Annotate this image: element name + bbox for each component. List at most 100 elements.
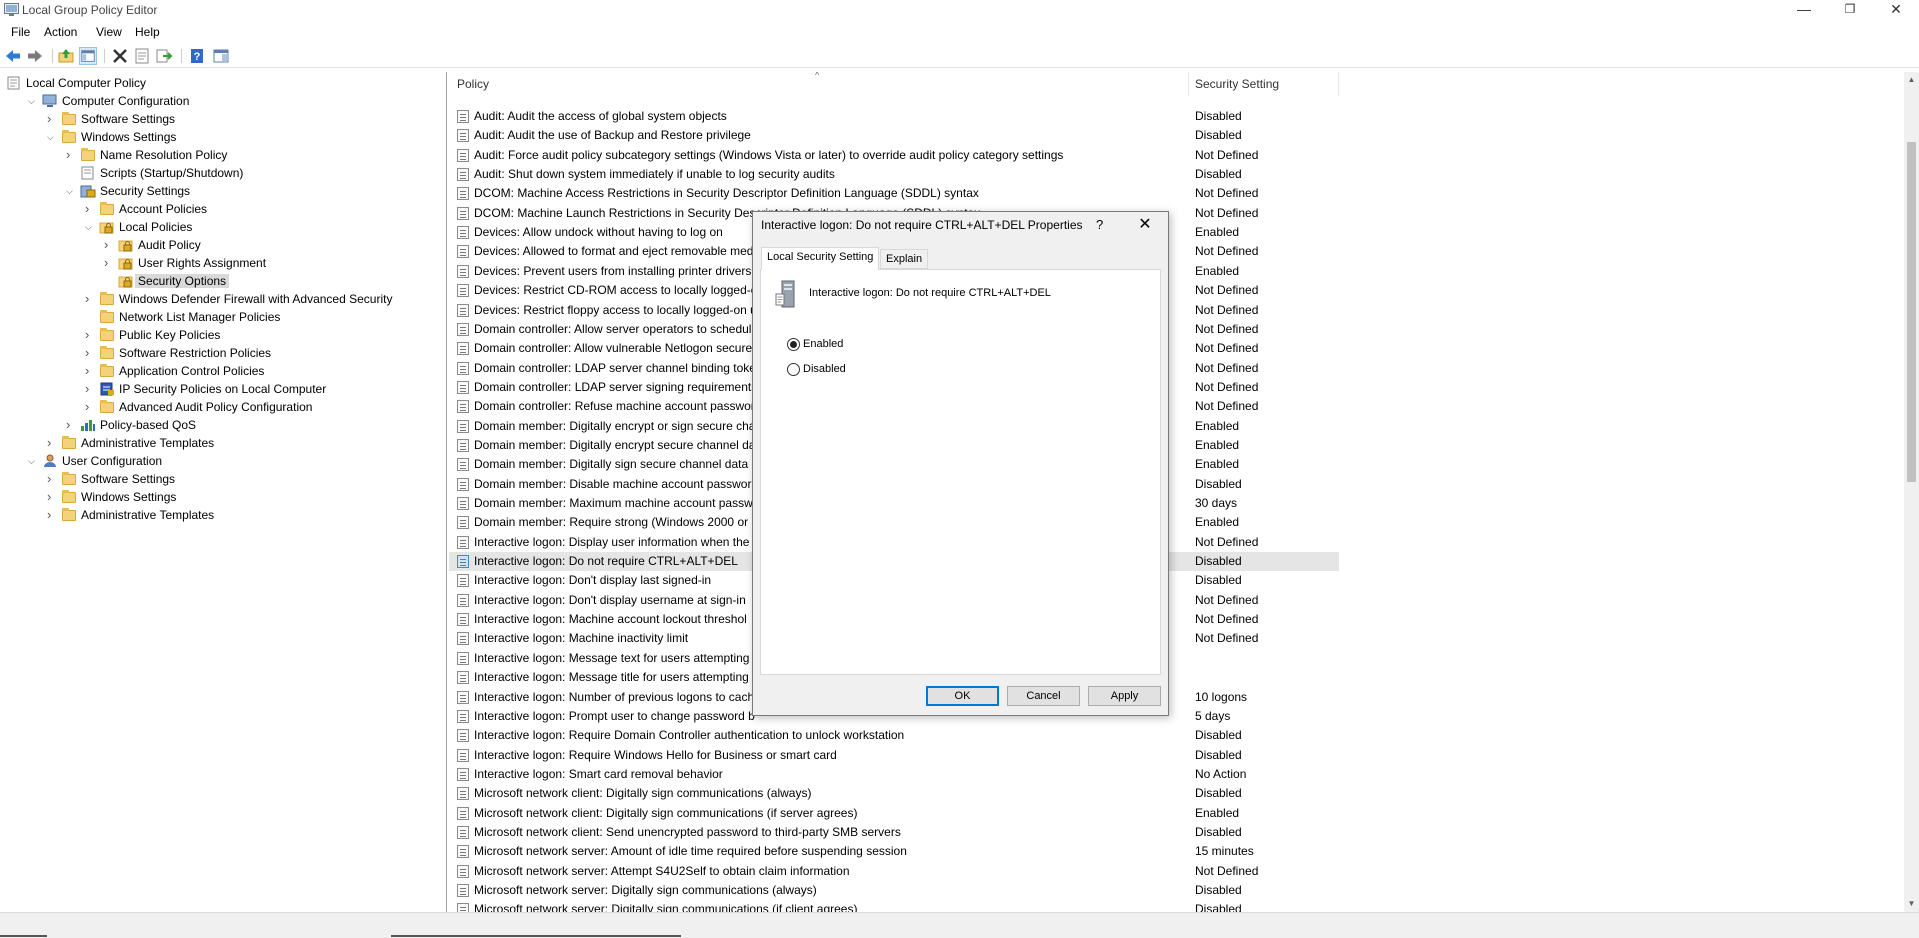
export-list-icon[interactable] xyxy=(155,47,173,65)
show-pane-icon[interactable] xyxy=(212,47,230,65)
column-separator[interactable] xyxy=(1188,72,1189,96)
tree-item-label[interactable]: Windows Settings xyxy=(81,130,176,144)
cancel-button[interactable]: Cancel xyxy=(1007,686,1080,706)
chevron-right-icon[interactable]: › xyxy=(85,400,95,413)
policy-row[interactable]: Microsoft network client: Send unencrypt… xyxy=(449,823,1339,842)
tree-item-label[interactable]: Local Policies xyxy=(119,220,192,234)
help-icon[interactable]: ? xyxy=(188,47,206,65)
chevron-right-icon[interactable]: › xyxy=(85,292,95,305)
policy-setting-value: Disabled xyxy=(1195,824,1242,839)
radio-disabled-circle[interactable] xyxy=(787,363,800,376)
policy-row[interactable]: Audit: Audit the access of global system… xyxy=(449,107,1339,126)
tree-item-label[interactable]: Network List Manager Policies xyxy=(119,310,280,324)
tree-item-label[interactable]: Name Resolution Policy xyxy=(100,148,227,162)
tree-item-label[interactable]: Policy-based QoS xyxy=(100,418,196,432)
back-arrow-icon[interactable] xyxy=(4,47,22,65)
radio-enabled-label[interactable]: Enabled xyxy=(803,338,843,350)
chevron-right-icon[interactable]: › xyxy=(85,382,95,395)
tree-item-label[interactable]: Administrative Templates xyxy=(81,436,214,450)
vertical-scrollbar[interactable]: ▲ ▼ xyxy=(1904,72,1919,912)
menu-file[interactable]: File xyxy=(11,25,30,39)
close-window-button[interactable]: ✕ xyxy=(1873,0,1919,22)
policy-row[interactable]: Microsoft network server: Attempt S4U2Se… xyxy=(449,862,1339,881)
scroll-up-arrow-icon[interactable]: ▲ xyxy=(1904,72,1919,88)
ok-button[interactable]: OK xyxy=(926,686,999,706)
menu-view[interactable]: View xyxy=(96,25,122,39)
tree-item-label[interactable]: Account Policies xyxy=(119,202,207,216)
chevron-right-icon[interactable]: › xyxy=(47,472,57,485)
policy-row[interactable]: Audit: Audit the use of Backup and Resto… xyxy=(449,126,1339,145)
chevron-right-icon[interactable]: › xyxy=(104,238,114,251)
apply-button[interactable]: Apply xyxy=(1088,686,1161,706)
chevron-right-icon[interactable]: › xyxy=(47,436,57,449)
chevron-right-icon[interactable]: › xyxy=(85,202,95,215)
menu-action[interactable]: Action xyxy=(44,25,77,39)
tree-item-label[interactable]: Scripts (Startup/Shutdown) xyxy=(100,166,243,180)
chevron-down-icon[interactable]: ⌵ xyxy=(28,96,38,106)
chevron-right-icon[interactable]: › xyxy=(85,328,95,341)
chevron-down-icon[interactable]: ⌵ xyxy=(85,222,95,232)
policy-setting-value: Disabled xyxy=(1195,728,1242,743)
chevron-down-icon[interactable]: ⌵ xyxy=(47,132,57,142)
tree-item-label[interactable]: Advanced Audit Policy Configuration xyxy=(119,400,312,414)
properties-icon[interactable] xyxy=(133,47,151,65)
policy-row[interactable]: Microsoft network client: Digitally sign… xyxy=(449,784,1339,803)
tree-item-label[interactable]: Software Restriction Policies xyxy=(119,346,271,360)
tree-item-label[interactable]: Audit Policy xyxy=(138,238,201,252)
chevron-right-icon[interactable]: › xyxy=(85,364,95,377)
chevron-down-icon[interactable]: ⌵ xyxy=(28,456,38,466)
dialog-help-button[interactable]: ? xyxy=(1096,217,1103,232)
menu-help[interactable]: Help xyxy=(135,25,160,39)
policy-item-icon xyxy=(457,438,469,452)
chevron-right-icon[interactable]: › xyxy=(66,148,76,161)
tree-item-label[interactable]: User Configuration xyxy=(62,454,162,468)
policy-row[interactable]: Audit: Shut down system immediately if u… xyxy=(449,165,1339,184)
tree-item-label[interactable]: Software Settings xyxy=(81,472,175,486)
policy-row[interactable]: Interactive logon: Require Windows Hello… xyxy=(449,746,1339,765)
dialog-close-button[interactable]: ✕ xyxy=(1135,214,1155,234)
tree-item-label[interactable]: User Rights Assignment xyxy=(138,256,266,270)
chevron-right-icon[interactable]: › xyxy=(47,508,57,521)
policy-row[interactable]: Interactive logon: Require Domain Contro… xyxy=(449,726,1339,745)
chevron-down-icon[interactable]: ⌵ xyxy=(66,186,76,196)
tree-item-label[interactable]: Local Computer Policy xyxy=(26,76,146,90)
radio-disabled-label[interactable]: Disabled xyxy=(803,363,846,375)
show-hide-tree-icon[interactable] xyxy=(79,47,97,65)
policy-row[interactable]: Interactive logon: Smart card removal be… xyxy=(449,765,1339,784)
chevron-right-icon[interactable]: › xyxy=(66,418,76,431)
tree-item-label[interactable]: Windows Settings xyxy=(81,490,176,504)
chevron-right-icon[interactable]: › xyxy=(47,112,57,125)
delete-icon[interactable] xyxy=(111,47,129,65)
radio-enabled-circle[interactable] xyxy=(787,338,800,351)
policy-row[interactable]: Microsoft network server: Digitally sign… xyxy=(449,881,1339,900)
tab-local-security-setting[interactable]: Local Security Setting xyxy=(761,247,880,270)
tree-item-label[interactable]: IP Security Policies on Local Computer xyxy=(119,382,326,396)
tree-item-label[interactable]: Windows Defender Firewall with Advanced … xyxy=(119,292,392,306)
chevron-right-icon[interactable]: › xyxy=(47,490,57,503)
tree-item-label[interactable]: Software Settings xyxy=(81,112,175,126)
scroll-thumb[interactable] xyxy=(1907,142,1916,482)
tree-item-label[interactable]: Application Control Policies xyxy=(119,364,264,378)
column-separator[interactable] xyxy=(1338,72,1339,96)
up-folder-icon[interactable] xyxy=(57,47,75,65)
tree-item-label[interactable]: Security Options xyxy=(135,274,230,288)
policy-row[interactable]: Microsoft network client: Digitally sign… xyxy=(449,804,1339,823)
tree-item-label[interactable]: Public Key Policies xyxy=(119,328,220,342)
policy-row[interactable]: Microsoft network server: Amount of idle… xyxy=(449,842,1339,861)
chevron-right-icon[interactable]: › xyxy=(104,256,114,269)
restore-button[interactable]: ❐ xyxy=(1827,0,1873,22)
column-header-security-setting[interactable]: Security Setting xyxy=(1195,77,1279,97)
column-header-policy[interactable]: Policy xyxy=(457,77,489,97)
policy-row[interactable]: Audit: Force audit policy subcategory se… xyxy=(449,146,1339,165)
forward-arrow-icon[interactable] xyxy=(26,47,44,65)
tab-explain[interactable]: Explain xyxy=(880,249,929,269)
tree-item-label[interactable]: Administrative Templates xyxy=(81,508,214,522)
scroll-down-arrow-icon[interactable]: ▼ xyxy=(1904,896,1919,912)
tree-item-label[interactable]: Security Settings xyxy=(100,184,190,198)
policy-row[interactable]: Microsoft network server: Digitally sign… xyxy=(449,900,1339,912)
chevron-right-icon[interactable]: › xyxy=(85,346,95,359)
minimize-button[interactable]: — xyxy=(1781,0,1827,22)
policy-setting-value: Not Defined xyxy=(1195,612,1259,627)
tree-item-label[interactable]: Computer Configuration xyxy=(62,94,189,108)
policy-row[interactable]: DCOM: Machine Access Restrictions in Sec… xyxy=(449,184,1339,203)
